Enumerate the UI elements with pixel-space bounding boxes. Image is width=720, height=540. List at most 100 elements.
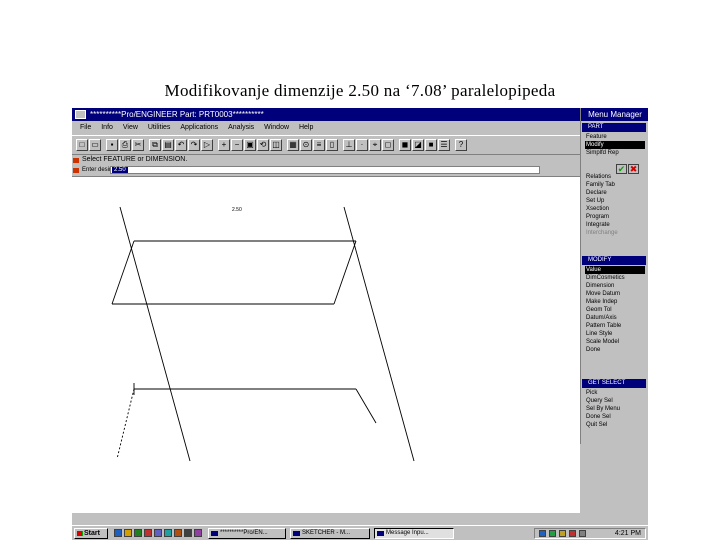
taskbar-button-label: **********Pro/EN... xyxy=(220,530,268,536)
menu-item-relations[interactable]: Relations xyxy=(585,173,645,181)
quick-icon-1[interactable] xyxy=(114,529,122,537)
taskbar-button[interactable]: Message Inpu... xyxy=(374,528,454,539)
menu-item-sel-by-menu[interactable]: Sel By Menu xyxy=(585,405,645,413)
edge-left-back xyxy=(116,388,135,460)
menu-item-modify[interactable]: Modify xyxy=(585,141,645,149)
entry-row: Enter desired 2.50 xyxy=(72,165,580,175)
menu-header-get-select[interactable]: GET SELECT xyxy=(582,379,646,388)
repaint-icon[interactable]: ◫ xyxy=(270,139,282,151)
datum-plane-icon[interactable]: ▯ xyxy=(326,139,338,151)
menu-item-move-datum[interactable]: Move Datum xyxy=(585,290,645,298)
menu-view[interactable]: View xyxy=(123,124,138,131)
wireframe-icon[interactable]: ◻ xyxy=(382,139,394,151)
menu-item-xsection[interactable]: Xsection xyxy=(585,205,645,213)
menu-item-geom-tol[interactable]: Geom Tol xyxy=(585,306,645,314)
menu-item-query-sel[interactable]: Query Sel xyxy=(585,397,645,405)
taskbar-button-label: Message Inpu... xyxy=(386,530,429,536)
layers-icon[interactable]: ≡ xyxy=(313,139,325,151)
zoom-out-icon[interactable]: − xyxy=(231,139,243,151)
menu-file[interactable]: File xyxy=(80,124,91,131)
tray-icon-3[interactable] xyxy=(559,530,566,537)
model-wireframe[interactable]: 2.50 xyxy=(72,177,580,513)
menu-item-integrate[interactable]: Integrate xyxy=(585,221,645,229)
save-icon[interactable]: ▪ xyxy=(106,139,118,151)
copy-icon[interactable]: ⧉ xyxy=(149,139,161,151)
quick-icon-8[interactable] xyxy=(184,529,192,537)
toolbar: □ ▭ ▪ ⎙ ✂ ⧉ ▤ ↶ ↷ ▷ + − ▣ ⟲ ◫ ▦ ⊙ ≡ ▯ ⊥ · ⌖ ◻ ◼ ◪ ■ ☰? xyxy=(72,135,580,155)
menu-item-simplfd-rep[interactable]: Simplfd Rep xyxy=(585,149,645,157)
print-icon[interactable]: ⎙ xyxy=(119,139,131,151)
menu-item-set-up[interactable]: Set Up xyxy=(585,197,645,205)
menu-item-program[interactable]: Program xyxy=(585,213,645,221)
select-icon[interactable]: ▷ xyxy=(201,139,213,151)
quick-icon-7[interactable] xyxy=(174,529,182,537)
menu-item-done[interactable]: Done xyxy=(585,346,645,354)
menu-analysis[interactable]: Analysis xyxy=(228,124,254,131)
menu-help[interactable]: Help xyxy=(299,124,313,131)
quick-icon-3[interactable] xyxy=(134,529,142,537)
menu-window[interactable]: Window xyxy=(264,124,289,131)
dimension-label[interactable]: 2.50 xyxy=(232,207,242,213)
tray-icon-1[interactable] xyxy=(539,530,546,537)
menu-item-value[interactable]: Value xyxy=(585,266,645,274)
taskbar-button[interactable]: SKETCHER - M... xyxy=(290,528,370,539)
tray-icon-2[interactable] xyxy=(549,530,556,537)
menu-item-pick[interactable]: Pick xyxy=(585,389,645,397)
zoom-in-icon[interactable]: + xyxy=(218,139,230,151)
csys-icon[interactable]: ⌖ xyxy=(369,139,381,151)
new-icon[interactable]: □ xyxy=(76,139,88,151)
menu-header-part[interactable]: PART xyxy=(582,123,646,132)
undo-icon[interactable]: ↶ xyxy=(175,139,187,151)
cut-icon[interactable]: ✂ xyxy=(132,139,144,151)
tray-icon-5[interactable] xyxy=(579,530,586,537)
tray-icon-4[interactable] xyxy=(569,530,576,537)
datum-point-icon[interactable]: · xyxy=(356,139,368,151)
graphics-window[interactable]: 2.50 xyxy=(72,176,580,513)
value-input[interactable]: 2.50 xyxy=(110,166,540,174)
menu-item-interchange[interactable]: Interchange xyxy=(585,229,645,237)
menu-item-feature[interactable]: Feature xyxy=(585,133,645,141)
edge-left-front xyxy=(119,206,191,462)
redo-icon[interactable]: ↷ xyxy=(188,139,200,151)
app-icon xyxy=(75,110,86,119)
menu-item-dimension[interactable]: Dimension xyxy=(585,282,645,290)
menu-utilities[interactable]: Utilities xyxy=(148,124,171,131)
quick-icon-9[interactable] xyxy=(194,529,202,537)
quick-icon-4[interactable] xyxy=(144,529,152,537)
menu-applications[interactable]: Applications xyxy=(180,124,218,131)
shade-icon[interactable]: ■ xyxy=(425,139,437,151)
quick-icon-2[interactable] xyxy=(124,529,132,537)
reorient-icon[interactable]: ⟲ xyxy=(257,139,269,151)
start-button[interactable]: Start xyxy=(74,528,108,539)
window-icon xyxy=(377,531,384,536)
menu-item-pattern-table[interactable]: Pattern Table xyxy=(585,322,645,330)
no-hidden-icon[interactable]: ◪ xyxy=(412,139,424,151)
menu-header-modify[interactable]: MODIFY xyxy=(582,256,646,265)
start-label: Start xyxy=(84,530,100,537)
paste-icon[interactable]: ▤ xyxy=(162,139,174,151)
spin-center-icon[interactable]: ⊙ xyxy=(300,139,312,151)
menu-bar: File Info View Utilities Applications An… xyxy=(72,122,580,134)
menu-item-declare[interactable]: Declare xyxy=(585,189,645,197)
menu-item-done-sel[interactable]: Done Sel xyxy=(585,413,645,421)
saved-view-icon[interactable]: ▦ xyxy=(287,139,299,151)
datum-axis-icon[interactable]: ⊥ xyxy=(343,139,355,151)
menu-item-make-indep[interactable]: Make Indep xyxy=(585,298,645,306)
menu-item-datum-axis[interactable]: Datum/Axis xyxy=(585,314,645,322)
menu-item-line-style[interactable]: Line Style xyxy=(585,330,645,338)
menu-item-family-tab[interactable]: Family Tab xyxy=(585,181,645,189)
help-icon[interactable]: ? xyxy=(455,139,467,151)
taskbar-button[interactable]: **********Pro/EN... xyxy=(208,528,286,539)
model-tree-icon[interactable]: ☰ xyxy=(438,139,450,151)
refit-icon[interactable]: ▣ xyxy=(244,139,256,151)
quick-icon-6[interactable] xyxy=(164,529,172,537)
window-title: **********Pro/ENGINEER Part: PRT0003****… xyxy=(90,110,264,119)
hidden-line-icon[interactable]: ◼ xyxy=(399,139,411,151)
quick-icon-5[interactable] xyxy=(154,529,162,537)
menu-item-quit-sel[interactable]: Quit Sel xyxy=(585,421,645,429)
menu-info[interactable]: Info xyxy=(101,124,113,131)
menu-item-dimcosmetics[interactable]: DimCosmetics xyxy=(585,274,645,282)
prompt-marker-icon xyxy=(73,168,79,173)
open-icon[interactable]: ▭ xyxy=(89,139,101,151)
menu-item-scale-model[interactable]: Scale Model xyxy=(585,338,645,346)
